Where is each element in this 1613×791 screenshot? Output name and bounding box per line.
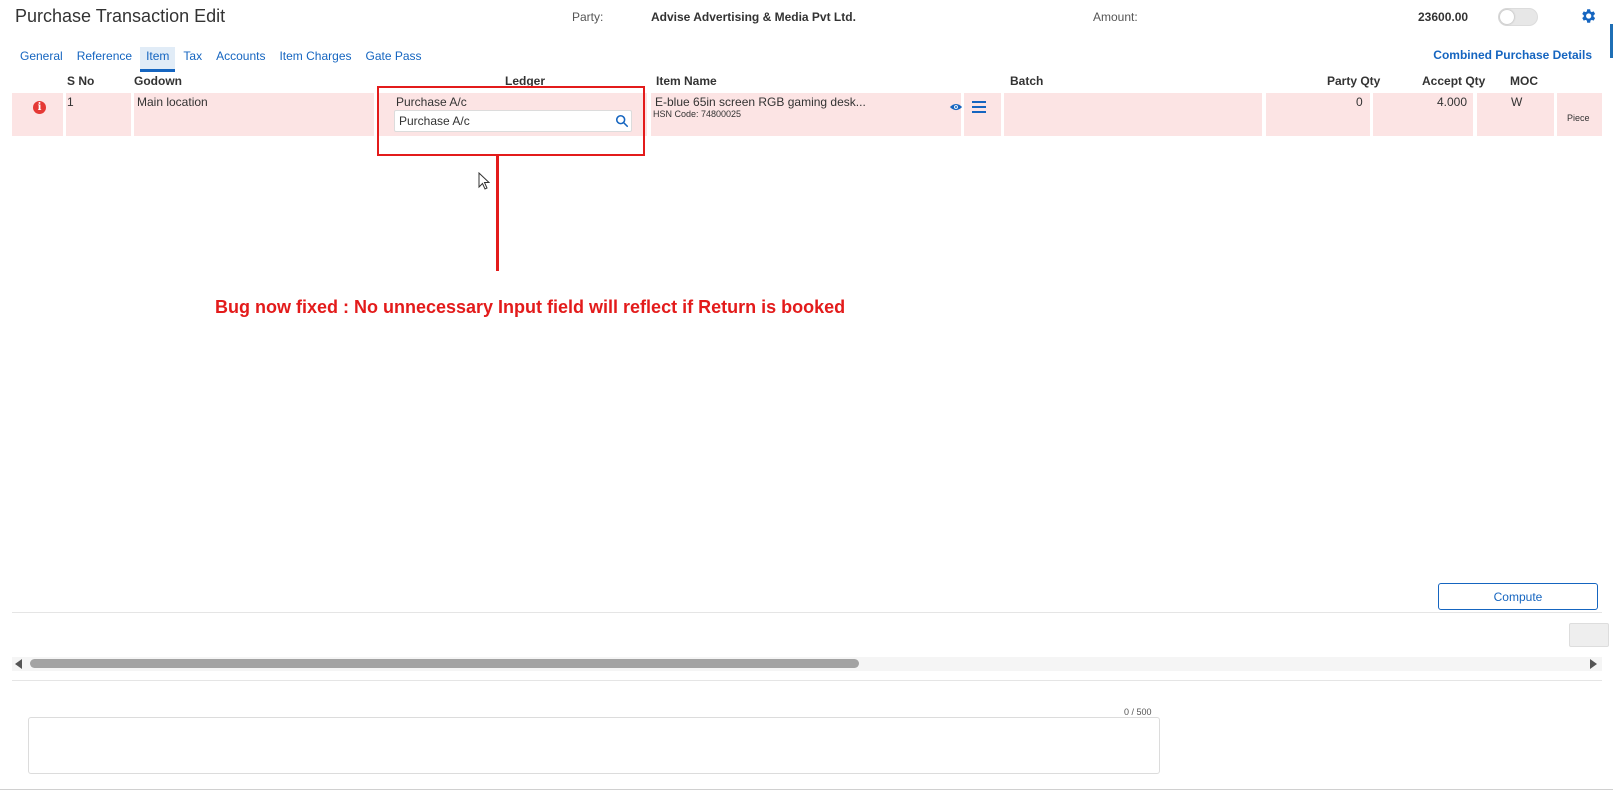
- row-accept-qty: 4.000: [1437, 95, 1468, 109]
- col-header-moc: MOC: [1510, 74, 1538, 88]
- party-label: Party:: [572, 10, 604, 24]
- col-header-godown: Godown: [134, 74, 182, 88]
- remarks-textarea[interactable]: [28, 717, 1160, 774]
- row-item-name: E-blue 65in screen RGB gaming desk...: [655, 95, 866, 109]
- tab-item[interactable]: Item: [140, 47, 176, 72]
- row-cell-sno: [66, 93, 131, 136]
- page-title: Purchase Transaction Edit: [15, 6, 226, 26]
- row-sno: 1: [67, 95, 74, 109]
- annotation-highlight-box: [377, 86, 645, 156]
- toggle-knob: [1500, 10, 1514, 24]
- col-header-party-qty: Party Qty: [1327, 74, 1381, 88]
- scroll-left-arrow-icon[interactable]: [15, 659, 22, 669]
- tab-reference[interactable]: Reference: [71, 47, 138, 71]
- info-icon[interactable]: i: [33, 101, 46, 114]
- toggle-switch[interactable]: [1498, 8, 1538, 26]
- col-header-item-name: Item Name: [656, 74, 717, 88]
- tab-gate-pass[interactable]: Gate Pass: [360, 47, 428, 71]
- row-unit: Piece: [1567, 113, 1590, 123]
- menu-icon[interactable]: [972, 101, 986, 113]
- amount-value: 23600.00: [1418, 10, 1469, 24]
- combined-purchase-link[interactable]: Combined Purchase Details: [1433, 48, 1592, 62]
- tab-accounts[interactable]: Accounts: [210, 47, 271, 71]
- scroll-right-arrow-icon[interactable]: [1590, 659, 1597, 669]
- row-cell-party-qty[interactable]: [1266, 93, 1370, 136]
- tab-bar: General Reference Item Tax Accounts Item…: [14, 47, 430, 72]
- row-cell-status: [12, 93, 63, 136]
- row-godown: Main location: [137, 95, 208, 109]
- divider: [12, 612, 1602, 613]
- row-party-qty: 0: [1356, 95, 1363, 109]
- scrollbar-thumb[interactable]: [30, 659, 859, 668]
- cursor-icon: [478, 172, 490, 190]
- party-value: Advise Advertising & Media Pvt Ltd.: [651, 10, 856, 24]
- amount-label: Amount:: [1093, 10, 1138, 24]
- secondary-button[interactable]: [1569, 623, 1609, 647]
- remarks-char-count: 0 / 500: [1124, 707, 1152, 717]
- annotation-text: Bug now fixed : No unnecessary Input fie…: [215, 297, 846, 317]
- row-hsn-code: HSN Code: 74800025: [653, 109, 742, 119]
- annotation-arrow-line: [496, 156, 499, 271]
- divider: [12, 680, 1602, 681]
- row-cell-batch[interactable]: [1004, 93, 1262, 136]
- tab-general[interactable]: General: [14, 47, 69, 71]
- bottom-border: [0, 789, 1613, 790]
- compute-button[interactable]: Compute: [1438, 583, 1598, 610]
- col-header-accept-qty: Accept Qty: [1422, 74, 1486, 88]
- eye-icon[interactable]: [949, 101, 963, 113]
- col-header-sno: S No: [67, 74, 95, 88]
- tab-item-charges[interactable]: Item Charges: [273, 47, 357, 71]
- tab-tax[interactable]: Tax: [177, 47, 208, 71]
- col-header-batch: Batch: [1010, 74, 1044, 88]
- row-moc: W: [1511, 95, 1523, 109]
- gear-icon[interactable]: [1579, 7, 1597, 25]
- row-cell-actions: [964, 93, 1001, 136]
